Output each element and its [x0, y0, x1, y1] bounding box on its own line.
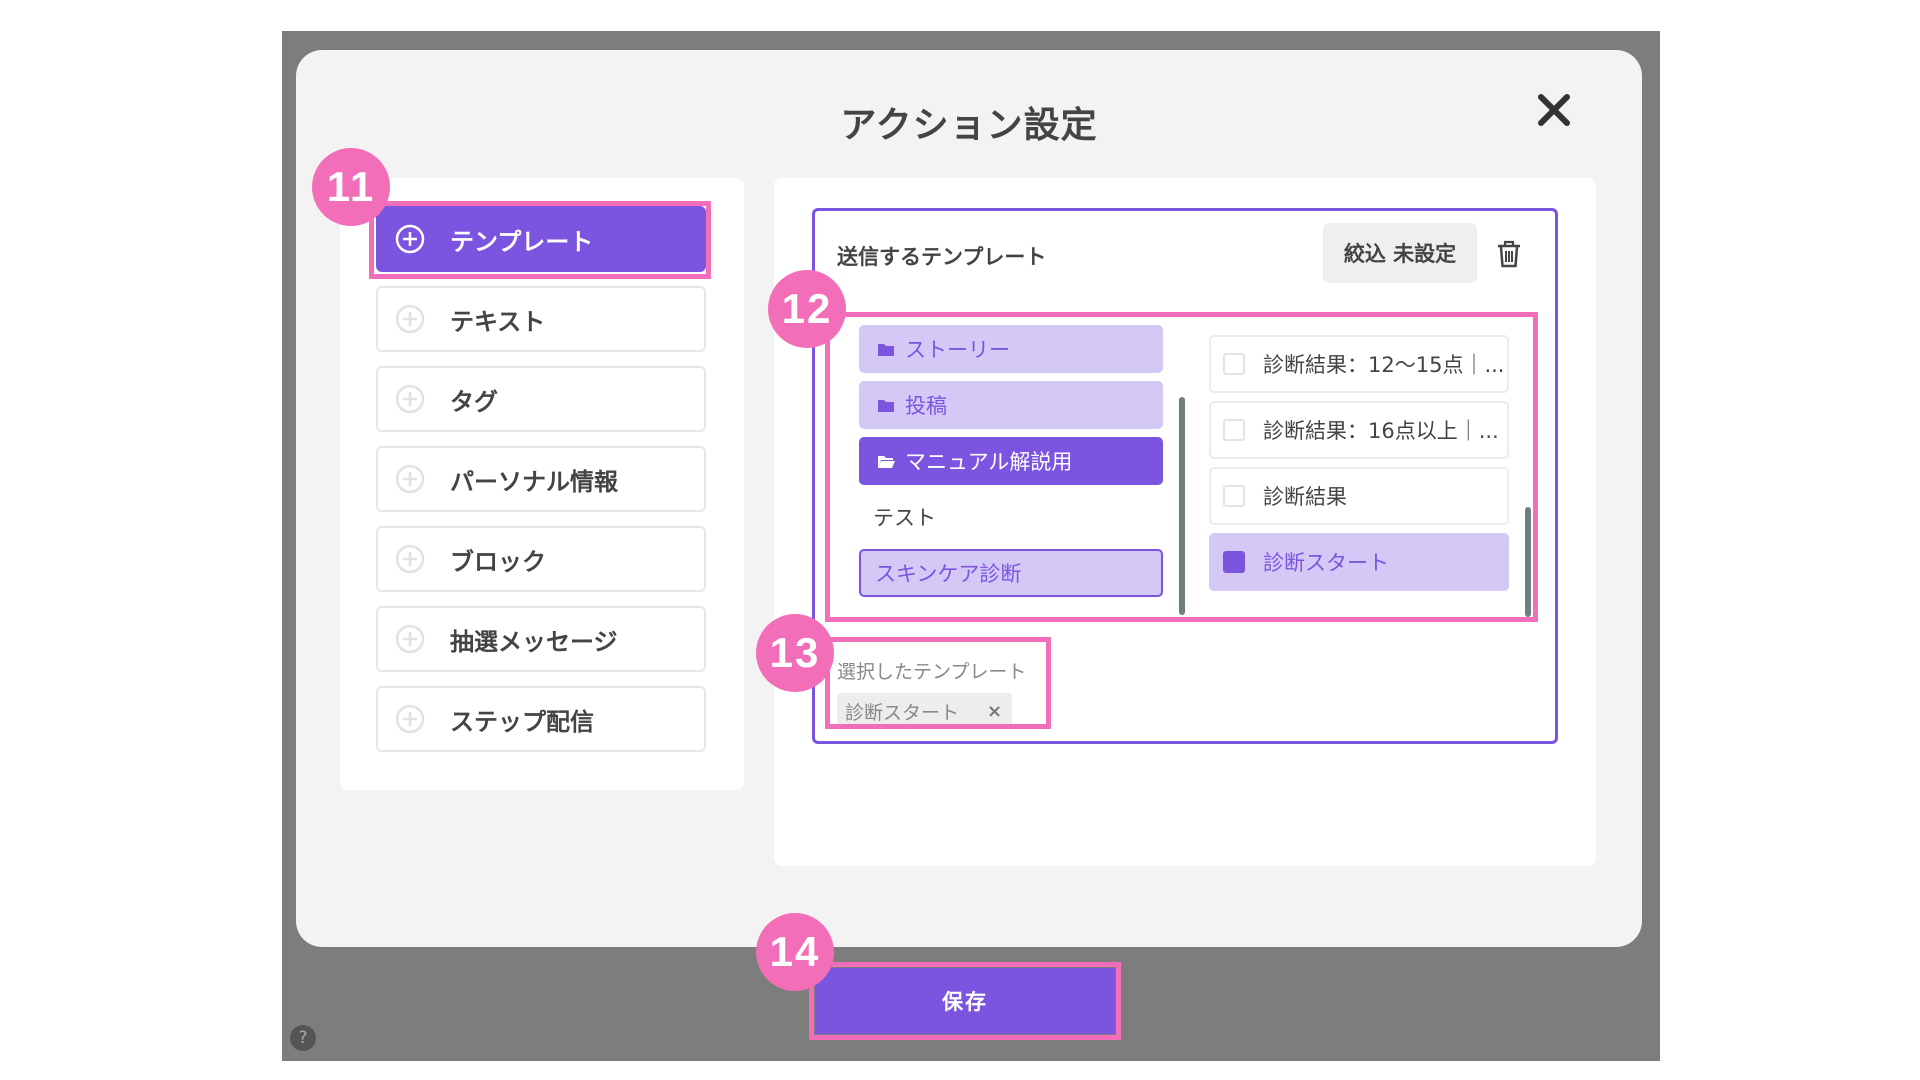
action-label: タグ — [450, 387, 498, 416]
help-icon: ? — [290, 1025, 316, 1051]
action-text-button[interactable]: テキスト — [376, 286, 706, 352]
template-item[interactable]: 診断結果 — [1209, 467, 1509, 525]
folder-label: テスト — [873, 506, 936, 530]
template-scrollbar[interactable] — [1525, 507, 1531, 617]
template-item[interactable]: 診断結果：16点以上｜... — [1209, 401, 1509, 459]
modal-title: アクション設定 — [840, 105, 1098, 146]
plus-circle-icon — [395, 624, 425, 654]
action-lottery-message-button[interactable]: 抽選メッセージ — [376, 606, 706, 672]
annotation-badge: 12 — [768, 270, 846, 348]
chip-label: 診断スタート — [845, 701, 960, 724]
folder-icon — [878, 343, 894, 356]
template-item[interactable]: 診断結果：12〜15点｜... — [1209, 335, 1509, 393]
folder-label: ストーリー — [905, 338, 1010, 362]
plus-circle-icon — [395, 384, 425, 414]
checkbox[interactable] — [1223, 419, 1245, 441]
save-button[interactable]: 保存 — [815, 968, 1115, 1034]
selected-template-chip: 診断スタート × — [837, 693, 1013, 729]
annotation-badge: 13 — [756, 614, 834, 692]
close-icon[interactable] — [1532, 88, 1576, 132]
checkbox-checked[interactable] — [1223, 551, 1245, 573]
folder-label: スキンケア診断 — [875, 562, 1022, 586]
template-label: 診断結果：16点以上｜... — [1263, 419, 1499, 443]
action-step-delivery-button[interactable]: ステップ配信 — [376, 686, 706, 752]
folder-label: 投稿 — [905, 394, 947, 418]
action-template-button[interactable]: テンプレート — [376, 206, 706, 272]
plus-circle-icon — [395, 464, 425, 494]
plus-circle-icon — [395, 704, 425, 734]
folder-icon — [878, 399, 894, 412]
action-settings-modal: アクション設定 テンプレート テキスト タグ パーソナル情報 ブロック 抽選メッ… — [296, 50, 1642, 947]
checkbox[interactable] — [1223, 353, 1245, 375]
folder-item[interactable]: 投稿 — [859, 381, 1163, 429]
template-selector-box: 送信するテンプレート 絞込 未設定 ストーリー 投稿 マニュアル解説用 テスト … — [812, 208, 1558, 744]
template-item-selected[interactable]: 診断スタート — [1209, 533, 1509, 591]
plus-circle-icon — [395, 544, 425, 574]
filter-button[interactable]: 絞込 未設定 — [1323, 223, 1477, 283]
plus-circle-icon — [395, 304, 425, 334]
folder-item-selected[interactable]: マニュアル解説用 — [859, 437, 1163, 485]
action-block-button[interactable]: ブロック — [376, 526, 706, 592]
checkbox[interactable] — [1223, 485, 1245, 507]
folder-scrollbar[interactable] — [1179, 397, 1185, 615]
action-personal-info-button[interactable]: パーソナル情報 — [376, 446, 706, 512]
remove-chip-icon[interactable]: × — [987, 701, 1002, 722]
action-label: パーソナル情報 — [450, 467, 618, 496]
action-label: ブロック — [450, 547, 546, 576]
annotation-badge: 14 — [756, 913, 834, 991]
action-label: テキスト — [450, 307, 546, 336]
action-tag-button[interactable]: タグ — [376, 366, 706, 432]
folder-open-icon — [878, 455, 895, 468]
folder-label: マニュアル解説用 — [905, 450, 1073, 474]
template-label: 診断スタート — [1263, 551, 1389, 575]
action-label: 抽選メッセージ — [450, 627, 618, 656]
template-heading: 送信するテンプレート — [837, 245, 1047, 269]
folder-item[interactable]: ストーリー — [859, 325, 1163, 373]
template-label: 診断結果 — [1263, 485, 1347, 509]
template-config-panel: 送信するテンプレート 絞込 未設定 ストーリー 投稿 マニュアル解説用 テスト … — [774, 178, 1596, 866]
action-label: ステップ配信 — [450, 707, 594, 736]
template-label: 診断結果：12〜15点｜... — [1263, 353, 1505, 377]
selected-template-label: 選択したテンプレート — [837, 661, 1027, 683]
folder-item[interactable]: スキンケア診断 — [859, 549, 1163, 597]
folder-item[interactable]: テスト — [859, 493, 1163, 541]
plus-circle-icon — [395, 224, 425, 254]
annotation-badge: 11 — [312, 148, 390, 226]
action-type-list: テンプレート テキスト タグ パーソナル情報 ブロック 抽選メッセージ ステップ… — [340, 178, 744, 790]
trash-icon[interactable] — [1495, 239, 1523, 269]
action-label: テンプレート — [450, 227, 594, 256]
